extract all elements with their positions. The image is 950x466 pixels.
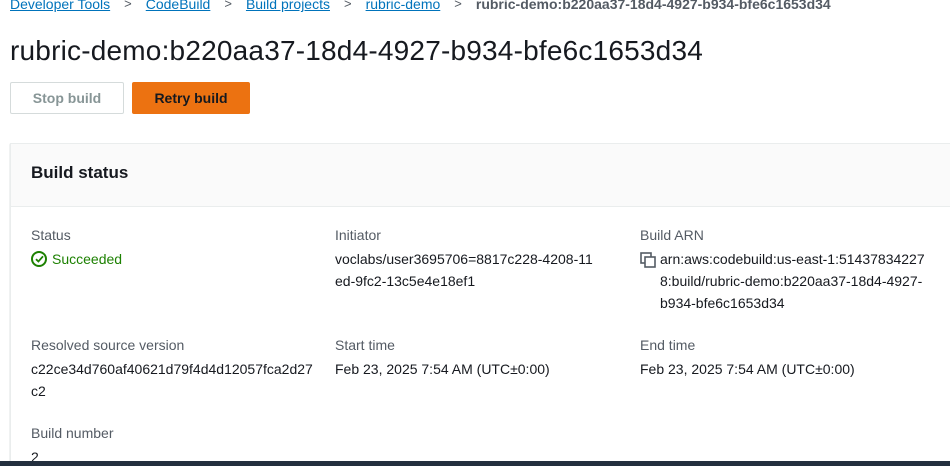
build-arn-field: Build ARN arn:aws:codebuild:us-east-1:51… [640, 225, 926, 314]
check-circle-icon [31, 251, 47, 267]
breadcrumb-codebuild[interactable]: CodeBuild [146, 0, 211, 14]
start-time-field: Start time Feb 23, 2025 7:54 AM (UTC±0:0… [335, 335, 620, 380]
build-arn-row: arn:aws:codebuild:us-east-1:514378342278… [640, 248, 926, 314]
build-arn-value: arn:aws:codebuild:us-east-1:514378342278… [660, 251, 925, 311]
panel-header: Build status [11, 144, 950, 207]
breadcrumb-build-projects[interactable]: Build projects [246, 0, 330, 14]
initiator-label: Initiator [335, 227, 381, 243]
breadcrumb: Developer Tools > CodeBuild > Build proj… [10, 0, 831, 14]
start-time-label: Start time [335, 337, 395, 353]
stop-build-button[interactable]: Stop build [10, 82, 124, 114]
panel-title: Build status [31, 163, 129, 182]
breadcrumb-rubric-demo[interactable]: rubric-demo [366, 0, 441, 14]
resolved-source-version-value: c22ce34d760af40621d79f4d4d12057fca2d27c2 [31, 361, 313, 399]
end-time-label: End time [640, 337, 696, 353]
breadcrumb-current: rubric-demo:b220aa37-18d4-4927-b934-bfe6… [475, 0, 831, 12]
initiator-value: voclabs/user3695706=8817c228-4208-11ed-9… [335, 251, 593, 289]
build-number-label: Build number [31, 425, 114, 441]
chevron-right-icon: > [124, 0, 132, 11]
bottom-bar [0, 461, 950, 466]
page-title: rubric-demo:b220aa37-18d4-4927-b934-bfe6… [10, 35, 704, 66]
status-text: Succeeded [52, 251, 123, 267]
chevron-right-icon: > [343, 0, 352, 11]
status-label: Status [31, 227, 71, 243]
retry-build-button[interactable]: Retry build [132, 82, 250, 114]
build-status-panel: Build status Status Succeeded Initiator … [10, 143, 950, 466]
chevron-right-icon: > [454, 0, 462, 11]
build-arn-label: Build ARN [640, 227, 704, 243]
build-number-field: Build number 2 [31, 423, 316, 466]
breadcrumb-developer-tools[interactable]: Developer Tools [10, 0, 110, 14]
start-time-value: Feb 23, 2025 7:54 AM (UTC±0:00) [335, 361, 550, 377]
status-field: Status Succeeded [31, 225, 316, 270]
status-value: Succeeded [31, 248, 316, 270]
chevron-right-icon: > [224, 0, 232, 11]
copy-icon[interactable] [640, 248, 660, 314]
end-time-value: Feb 23, 2025 7:54 AM (UTC±0:00) [640, 361, 855, 377]
resolved-source-version-label: Resolved source version [31, 337, 185, 353]
initiator-field: Initiator voclabs/user3695706=8817c228-4… [335, 225, 600, 292]
build-detail-page: Developer Tools > CodeBuild > Build proj… [0, 0, 950, 466]
action-buttons: Stop build Retry build [10, 82, 250, 114]
end-time-field: End time Feb 23, 2025 7:54 AM (UTC±0:00) [640, 335, 925, 380]
resolved-source-version-field: Resolved source version c22ce34d760af406… [31, 335, 316, 402]
